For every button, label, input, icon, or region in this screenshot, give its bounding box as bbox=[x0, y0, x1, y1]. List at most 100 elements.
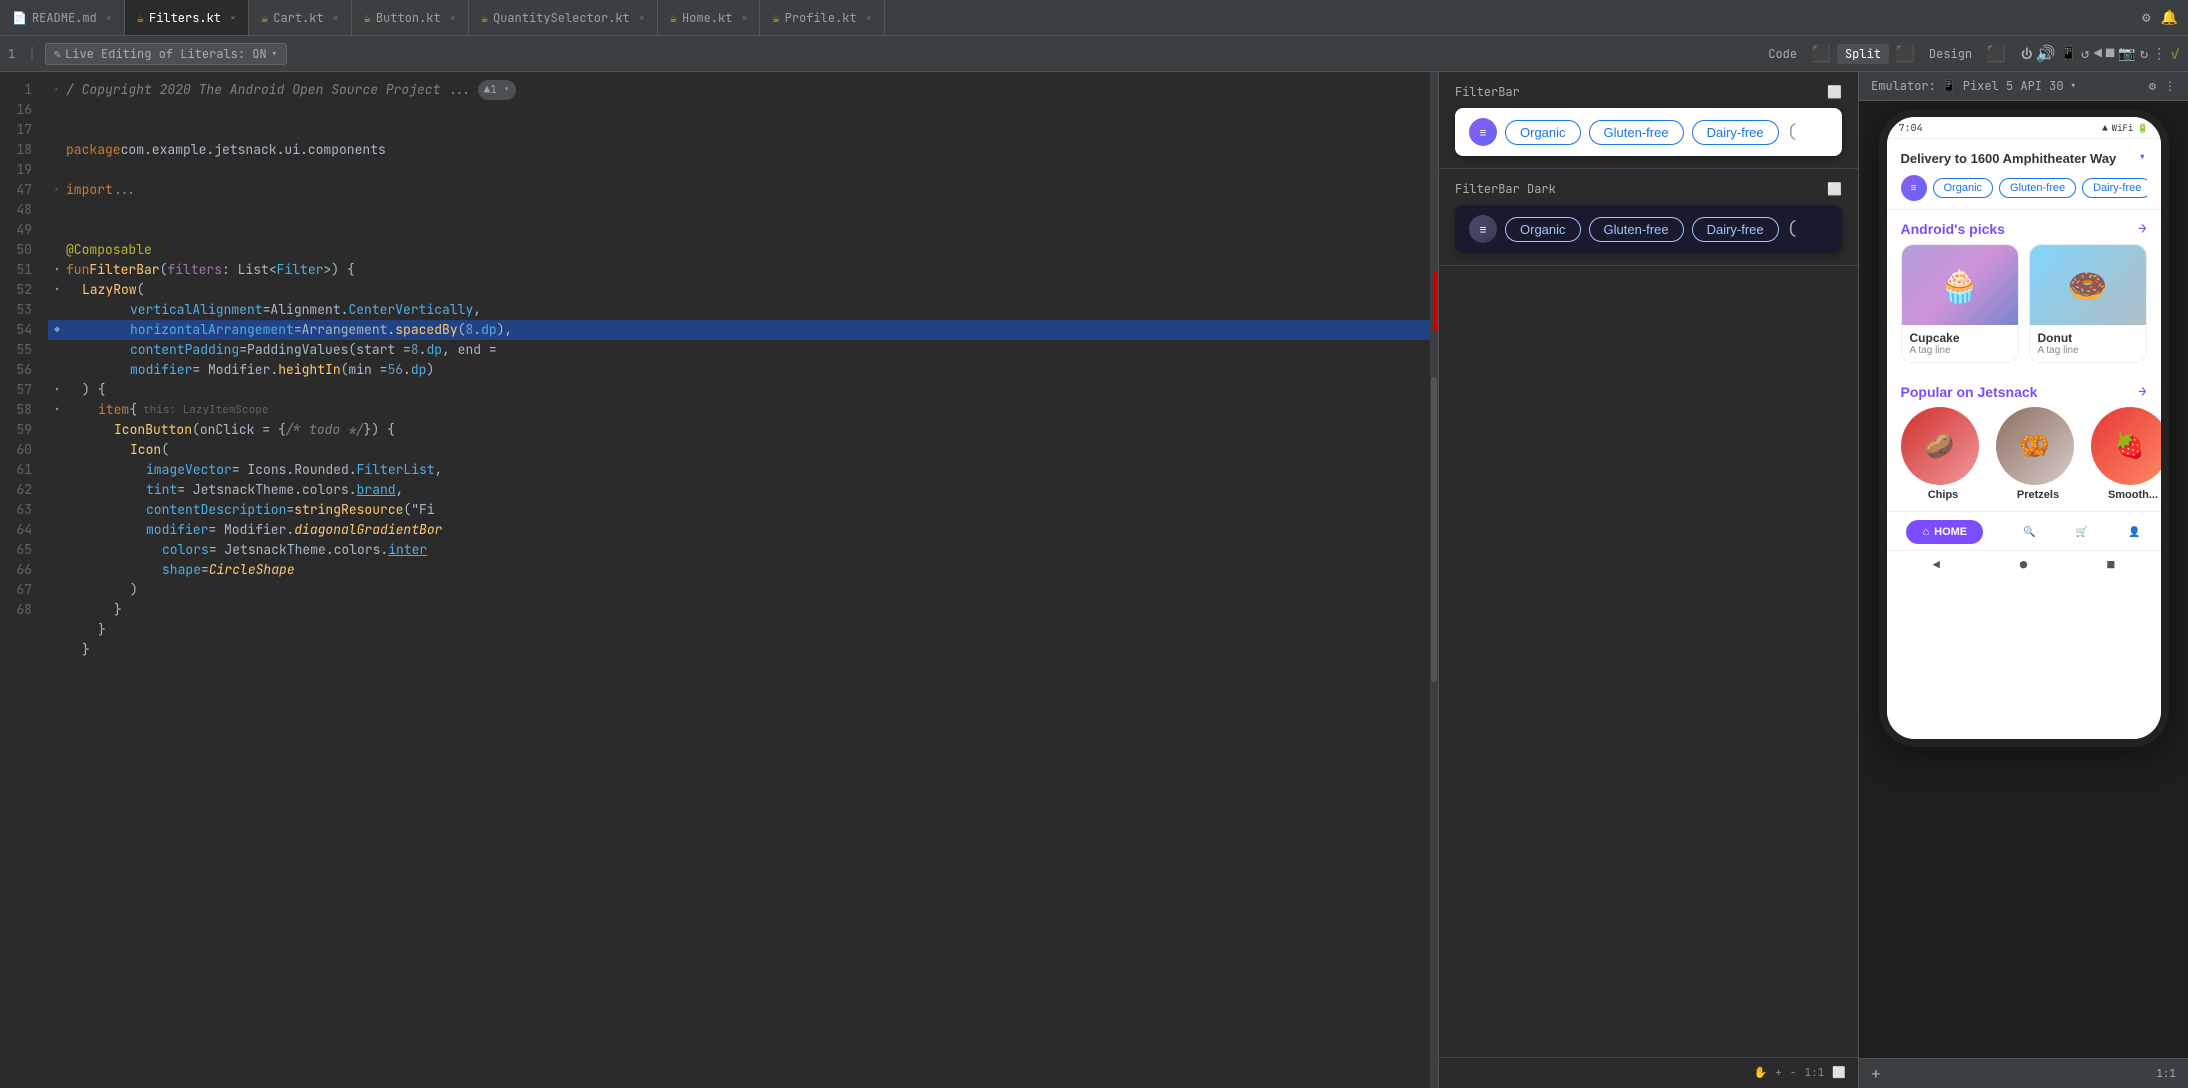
rotate-icon[interactable]: ↺ bbox=[2081, 45, 2089, 63]
nav-home-circle[interactable]: ● bbox=[2020, 557, 2027, 573]
pop-card-pretzels[interactable]: 🥨 Pretzels bbox=[1996, 407, 2081, 501]
chip-dairy-dark[interactable]: Dairy-free bbox=[1692, 217, 1779, 242]
phone-body: Delivery to 1600 Amphitheater Way ▾ ≡ Or… bbox=[1887, 139, 2161, 739]
tab-quantity[interactable]: ☕ QuantitySelector.kt × bbox=[469, 0, 658, 35]
notifications-icon[interactable]: 🔔 bbox=[2161, 9, 2178, 27]
code-text[interactable]: ▸ / Copyright 2020 The Android Open Sour… bbox=[40, 72, 1430, 1088]
settings-gear-icon[interactable]: ⚙ bbox=[2149, 78, 2156, 94]
chip-organic-light[interactable]: Organic bbox=[1505, 120, 1581, 145]
phone-chip-gluten[interactable]: Gluten-free bbox=[1999, 178, 2076, 198]
phone-icon[interactable]: 📱 bbox=[2060, 45, 2077, 63]
popular-arrow[interactable]: → bbox=[2138, 383, 2146, 401]
filterbar-dark-section: FilterBar Dark ⬜ ≡ Organic Gluten-free D… bbox=[1439, 169, 1858, 266]
profile-nav-icon: 👤 bbox=[2128, 527, 2140, 538]
design-view-button[interactable]: Design bbox=[1921, 44, 1980, 64]
phone-nav: ⌂ HOME 🔍 🛒 👤 bbox=[1887, 511, 2161, 550]
refresh-icon[interactable]: ↻ bbox=[2140, 45, 2148, 63]
power-icon[interactable]: ⏻ bbox=[2022, 43, 2032, 64]
camera-icon[interactable]: 📷 bbox=[2118, 45, 2135, 63]
pretzels-name: Pretzels bbox=[1996, 489, 2081, 501]
code-line-blank2 bbox=[48, 220, 1430, 240]
androids-picks-title: Android's picks bbox=[1901, 221, 2005, 237]
delivery-dropdown-icon[interactable]: ▾ bbox=[2138, 149, 2146, 167]
pick-card-donut[interactable]: 🍩 Donut A tag line bbox=[2029, 244, 2147, 363]
code-editor: 1 16 17 18 19 47 48 49 50 51 52 53 54 55… bbox=[0, 72, 1438, 1088]
settings-icon[interactable]: ⚙ bbox=[2142, 9, 2150, 27]
volume-icon[interactable]: 🔊 bbox=[2036, 43, 2056, 64]
donut-info: Donut A tag line bbox=[2030, 325, 2146, 362]
nav-cart-item[interactable]: 🛒 bbox=[2076, 527, 2088, 538]
tab-filters[interactable]: ☕ Filters.kt × bbox=[125, 0, 249, 35]
tab-close-cart[interactable]: × bbox=[333, 11, 339, 24]
tab-profile[interactable]: ☕ Profile.kt × bbox=[760, 0, 884, 35]
device-dropdown-arrow[interactable]: ▾ bbox=[2070, 78, 2077, 94]
home-nav-icon: ⌂ bbox=[1922, 526, 1929, 538]
chip-gluten-dark[interactable]: Gluten-free bbox=[1589, 217, 1684, 242]
nav-search-item[interactable]: 🔍 bbox=[2023, 527, 2035, 538]
chips-name: Chips bbox=[1901, 489, 1986, 501]
donut-tag: A tag line bbox=[2038, 345, 2138, 356]
tab-button[interactable]: ☕ Button.kt × bbox=[352, 0, 469, 35]
picks-row: 🧁 Cupcake A tag line 🍩 Donut A tag line bbox=[1887, 244, 2161, 373]
code-line-54: modifier = Modifier. heightIn (min = 56 … bbox=[48, 360, 1430, 380]
nav-profile-item[interactable]: 👤 bbox=[2128, 527, 2140, 538]
hand-icon[interactable]: ✋ bbox=[1754, 1066, 1768, 1080]
code-line-1: ▸ / Copyright 2020 The Android Open Sour… bbox=[48, 80, 1430, 100]
scrollbar-thumb[interactable] bbox=[1431, 377, 1437, 682]
code-line-17: package com.example.jetsnack.ui.componen… bbox=[48, 140, 1430, 160]
chip-gluten-light[interactable]: Gluten-free bbox=[1589, 120, 1684, 145]
tab-bar: 📄 README.md × ☕ Filters.kt × ☕ Cart.kt ×… bbox=[0, 0, 2188, 36]
split-view-button[interactable]: Split bbox=[1837, 44, 1889, 64]
filterbar-light-label: FilterBar ⬜ bbox=[1455, 84, 1842, 100]
ratio-label: 1:1 bbox=[2156, 1067, 2176, 1081]
back-icon[interactable]: ◀ bbox=[2093, 45, 2101, 63]
tab-close-quantity[interactable]: × bbox=[639, 11, 645, 24]
zoom-in-button[interactable]: + bbox=[1775, 1066, 1782, 1080]
tab-close-profile[interactable]: × bbox=[866, 11, 872, 24]
code-line-50: ▾ LazyRow ( bbox=[48, 280, 1430, 300]
chips-image: 🥔 bbox=[1901, 407, 1979, 485]
tab-close-home[interactable]: × bbox=[741, 11, 747, 24]
tab-close-readme[interactable]: × bbox=[106, 11, 112, 24]
fit-icon[interactable]: ⬜ bbox=[1832, 1066, 1846, 1080]
stop-icon[interactable]: ■ bbox=[2106, 45, 2114, 63]
toolbar-icon-extra[interactable]: ⋮ bbox=[2164, 78, 2176, 94]
code-line-67: } bbox=[48, 620, 1430, 640]
nav-home-button[interactable]: ⌂ HOME bbox=[1906, 520, 1983, 544]
chip-organic-dark[interactable]: Organic bbox=[1505, 217, 1581, 242]
phone-filter-icon[interactable]: ≡ bbox=[1901, 175, 1927, 201]
add-button[interactable]: + bbox=[1871, 1063, 1881, 1084]
tab-close-filters[interactable]: × bbox=[230, 11, 236, 24]
code-view-button[interactable]: Code bbox=[1760, 44, 1805, 64]
pop-card-smooth[interactable]: 🍓 Smooth... bbox=[2091, 407, 2161, 501]
cupcake-tag: A tag line bbox=[1910, 345, 2010, 356]
pop-card-chips[interactable]: 🥔 Chips bbox=[1901, 407, 1986, 501]
search-nav-icon: 🔍 bbox=[2023, 527, 2035, 538]
tab-cart[interactable]: ☕ Cart.kt × bbox=[249, 0, 352, 35]
pick-card-cupcake[interactable]: 🧁 Cupcake A tag line bbox=[1901, 244, 2019, 363]
androids-picks-arrow[interactable]: → bbox=[2138, 220, 2146, 238]
editor-scrollbar[interactable] bbox=[1430, 72, 1438, 1088]
phone-chip-organic[interactable]: Organic bbox=[1933, 178, 1994, 198]
filter-list-icon[interactable]: ≡ bbox=[1469, 118, 1497, 146]
tab-close-button[interactable]: × bbox=[450, 11, 456, 24]
filterbar-light-preview: ≡ Organic Gluten-free Dairy-free ( bbox=[1455, 108, 1842, 156]
nav-back-icon[interactable]: ◀ bbox=[1933, 557, 1940, 573]
zoom-out-button[interactable]: − bbox=[1790, 1066, 1797, 1080]
nav-recents-icon[interactable]: ■ bbox=[2107, 557, 2114, 573]
tab-home[interactable]: ☕ Home.kt × bbox=[658, 0, 761, 35]
tab-readme[interactable]: 📄 README.md × bbox=[0, 0, 125, 35]
live-edit-button[interactable]: ✎ Live Editing of Literals: ON ▾ bbox=[45, 43, 287, 65]
expand-icon[interactable]: ⬜ bbox=[1827, 84, 1842, 100]
code-line-66: } bbox=[48, 600, 1430, 620]
emulator-top-bar: Emulator: 📱 Pixel 5 API 30 ▾ ⚙ ⋮ bbox=[1859, 72, 2188, 101]
menu-icon[interactable]: ⋮ bbox=[2152, 45, 2166, 63]
code-line-blank1 bbox=[48, 100, 1430, 120]
filter-list-dark-icon[interactable]: ≡ bbox=[1469, 215, 1497, 243]
popular-row: 🥔 Chips 🥨 Pretzels 🍓 Smooth... bbox=[1887, 407, 2161, 511]
phone-status-bar: 7:04 ▲ WiFi 🔋 bbox=[1887, 117, 2161, 139]
code-line-48: @Composable bbox=[48, 240, 1430, 260]
chip-dairy-light[interactable]: Dairy-free bbox=[1692, 120, 1779, 145]
phone-chip-dairy[interactable]: Dairy-free bbox=[2082, 178, 2146, 198]
expand-dark-icon[interactable]: ⬜ bbox=[1827, 181, 1842, 197]
